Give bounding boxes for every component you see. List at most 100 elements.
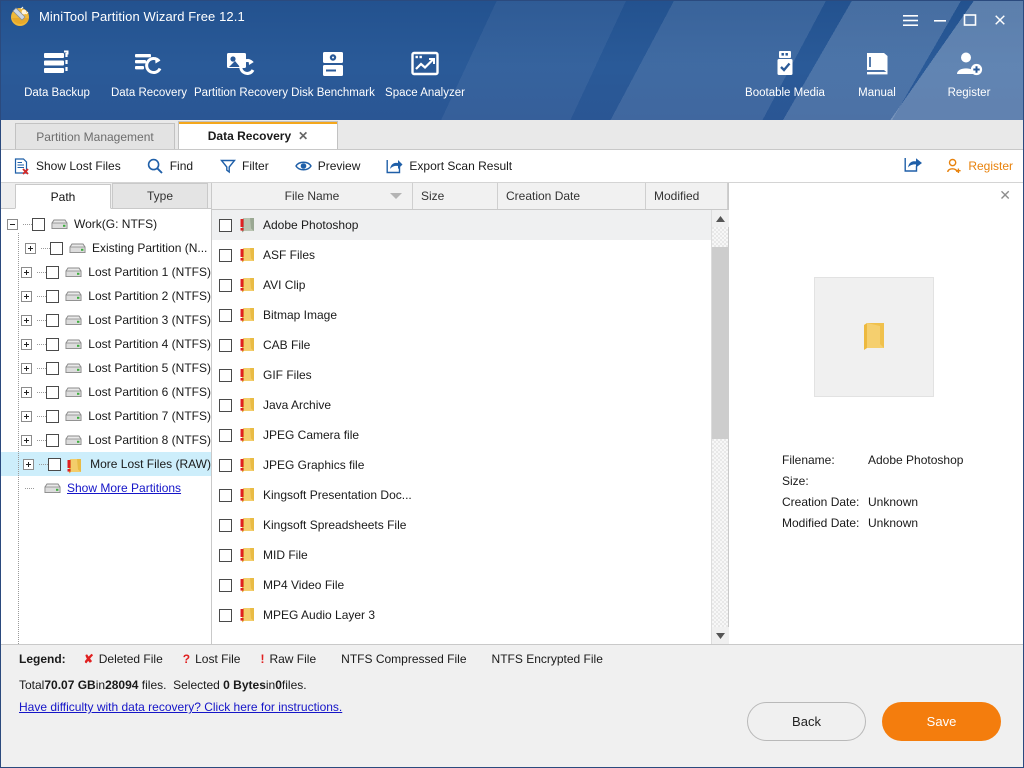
toolbar-bootable-media[interactable]: Bootable Media: [739, 37, 831, 99]
tree-node[interactable]: Work(G: NTFS): [1, 212, 211, 236]
table-row[interactable]: MPEG Audio Layer 3: [212, 600, 728, 630]
tree-node-checkbox[interactable]: [46, 337, 60, 351]
row-checkbox[interactable]: [219, 578, 232, 592]
column-header[interactable]: File Name: [212, 183, 413, 209]
tree-expander-plus-icon[interactable]: [21, 410, 33, 422]
toolbar-disk-benchmark[interactable]: Disk Benchmark: [287, 37, 379, 99]
row-checkbox[interactable]: [219, 398, 232, 412]
tree-node-checkbox[interactable]: [48, 457, 62, 471]
tree-node[interactable]: Lost Partition 7 (NTFS): [1, 404, 211, 428]
scroll-down-icon[interactable]: [712, 627, 729, 644]
tab-close-icon[interactable]: ✕: [298, 130, 308, 142]
row-checkbox[interactable]: [219, 548, 232, 562]
column-header[interactable]: Size: [413, 183, 498, 209]
row-checkbox[interactable]: [219, 248, 232, 262]
row-checkbox[interactable]: [219, 368, 232, 382]
menu-icon[interactable]: [895, 9, 925, 31]
table-row[interactable]: Java Archive: [212, 390, 728, 420]
show-lost-files-button[interactable]: Show Lost Files: [13, 157, 121, 175]
tree-expander-plus-icon[interactable]: [23, 458, 35, 470]
tree-expander-plus-icon[interactable]: [21, 386, 33, 398]
column-header[interactable]: Modified: [646, 183, 728, 209]
tree-node[interactable]: Lost Partition 6 (NTFS): [1, 380, 211, 404]
tree-node-checkbox[interactable]: [46, 289, 60, 303]
tab-type[interactable]: Type: [112, 183, 208, 208]
tree-node-checkbox[interactable]: [46, 385, 60, 399]
toolbar-register[interactable]: Register: [923, 37, 1015, 99]
table-row[interactable]: MID File: [212, 540, 728, 570]
tree-node-checkbox[interactable]: [46, 265, 60, 279]
tree-node-checkbox[interactable]: [46, 409, 60, 423]
tree-node[interactable]: Existing Partition (N...: [1, 236, 211, 260]
row-checkbox[interactable]: [219, 458, 232, 472]
row-checkbox[interactable]: [219, 428, 232, 442]
tree-node[interactable]: Lost Partition 4 (NTFS): [1, 332, 211, 356]
table-row[interactable]: AVI Clip: [212, 270, 728, 300]
filter-button[interactable]: Filter: [219, 158, 269, 175]
toolbar-manual[interactable]: Manual: [831, 37, 923, 99]
tab-data-recovery[interactable]: Data Recovery ✕: [178, 121, 338, 149]
scrollbar-track[interactable]: [712, 227, 729, 627]
table-row[interactable]: Kingsoft Presentation Doc...: [212, 480, 728, 510]
table-row[interactable]: Bitmap Image: [212, 300, 728, 330]
tree-node-checkbox[interactable]: [46, 313, 60, 327]
share-icon[interactable]: [904, 156, 923, 176]
column-header[interactable]: Creation Date: [498, 183, 646, 209]
tree-node-checkbox[interactable]: [50, 241, 63, 255]
tree-expander-minus-icon[interactable]: [7, 218, 18, 230]
table-row[interactable]: JPEG Graphics file: [212, 450, 728, 480]
export-scan-result-button[interactable]: Export Scan Result: [386, 158, 512, 175]
scroll-up-icon[interactable]: [712, 210, 729, 227]
tree-expander-plus-icon[interactable]: [21, 362, 33, 374]
tree-node-label[interactable]: Show More Partitions: [67, 481, 181, 495]
tree-expander-plus-icon[interactable]: [21, 290, 33, 302]
table-row[interactable]: GIF Files: [212, 360, 728, 390]
tree-expander-plus-icon[interactable]: [21, 434, 33, 446]
toolbar-partition-recovery[interactable]: Partition Recovery: [194, 37, 288, 99]
tree-node-checkbox[interactable]: [46, 433, 60, 447]
preview-close-icon[interactable]: ✕: [999, 188, 1011, 202]
table-row[interactable]: ASF Files: [212, 240, 728, 270]
row-checkbox[interactable]: [219, 518, 232, 532]
table-row[interactable]: MP4 Video File: [212, 570, 728, 600]
row-checkbox[interactable]: [219, 488, 232, 502]
tree-node[interactable]: Lost Partition 8 (NTFS): [1, 428, 211, 452]
row-checkbox[interactable]: [219, 308, 232, 322]
toolbar-data-backup[interactable]: Data Backup: [11, 37, 103, 99]
tree-node[interactable]: Lost Partition 5 (NTFS): [1, 356, 211, 380]
minimize-icon[interactable]: [925, 9, 955, 31]
tree-expander-plus-icon[interactable]: [25, 242, 36, 254]
save-button[interactable]: Save: [882, 702, 1001, 741]
tree-expander-plus-icon[interactable]: [21, 314, 33, 326]
partition-tree[interactable]: Work(G: NTFS) Existing Partition (N... Los…: [1, 209, 211, 644]
tree-node[interactable]: More Lost Files (RAW): [1, 452, 211, 476]
row-checkbox[interactable]: [219, 608, 232, 622]
preview-button[interactable]: Preview: [294, 158, 360, 175]
table-row[interactable]: CAB File: [212, 330, 728, 360]
table-row[interactable]: Kingsoft Spreadsheets File: [212, 510, 728, 540]
file-list-scrollbar[interactable]: [711, 210, 729, 644]
back-button[interactable]: Back: [747, 702, 866, 741]
file-list-rows[interactable]: Adobe Photoshop ASF Files AVI Clip Bitmap I…: [212, 210, 728, 644]
find-button[interactable]: Find: [147, 158, 193, 175]
maximize-icon[interactable]: [955, 9, 985, 31]
table-row[interactable]: JPEG Camera file: [212, 420, 728, 450]
row-checkbox[interactable]: [219, 338, 232, 352]
tree-expander-plus-icon[interactable]: [21, 266, 33, 278]
row-checkbox[interactable]: [219, 218, 232, 232]
tree-expander-plus-icon[interactable]: [21, 338, 33, 350]
toolbar-space-analyzer[interactable]: Space Analyzer: [379, 37, 471, 99]
tree-node[interactable]: Show More Partitions: [1, 476, 211, 500]
row-checkbox[interactable]: [219, 278, 232, 292]
close-icon[interactable]: [985, 9, 1015, 31]
tree-node-checkbox[interactable]: [46, 361, 60, 375]
scrollbar-thumb[interactable]: [712, 247, 729, 439]
tab-partition-management[interactable]: Partition Management: [15, 123, 175, 149]
help-link[interactable]: Have difficulty with data recovery? Clic…: [19, 700, 342, 714]
tree-node[interactable]: Lost Partition 2 (NTFS): [1, 284, 211, 308]
tree-node[interactable]: Lost Partition 3 (NTFS): [1, 308, 211, 332]
tree-node[interactable]: Lost Partition 1 (NTFS): [1, 260, 211, 284]
register-button[interactable]: Register: [945, 158, 1013, 175]
toolbar-data-recovery[interactable]: Data Recovery: [103, 37, 195, 99]
tree-node-checkbox[interactable]: [32, 217, 45, 231]
